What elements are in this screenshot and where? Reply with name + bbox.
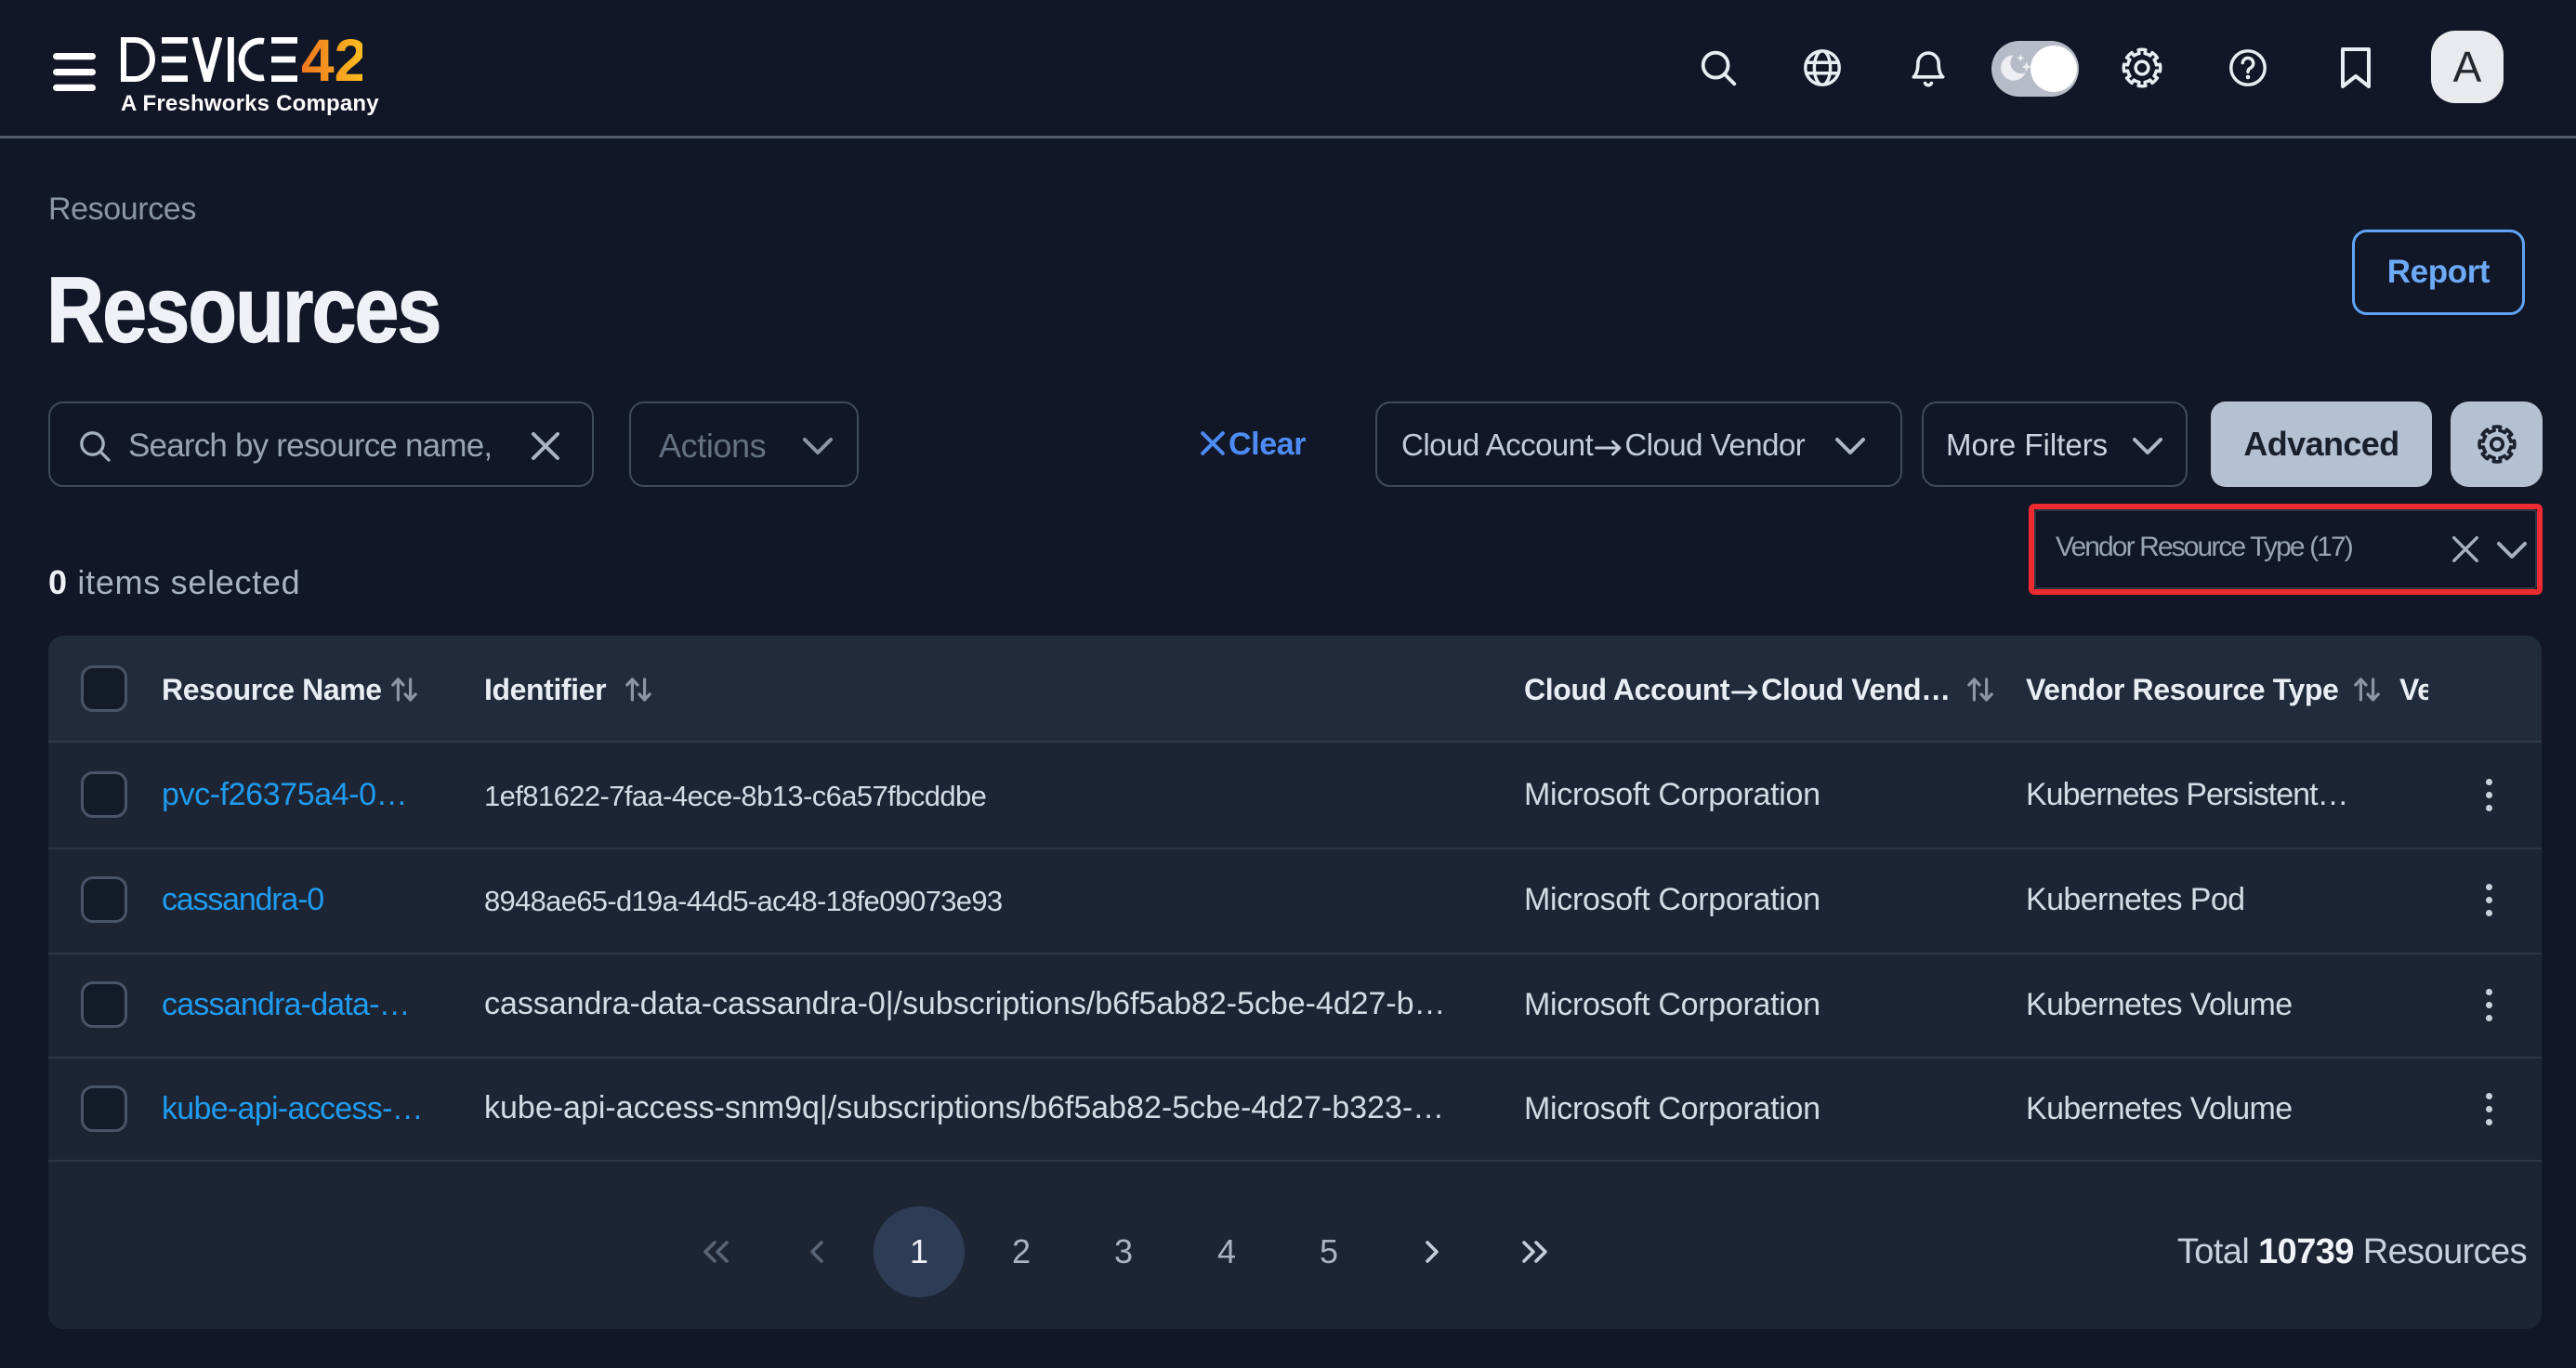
svg-text:42: 42 (301, 37, 362, 82)
